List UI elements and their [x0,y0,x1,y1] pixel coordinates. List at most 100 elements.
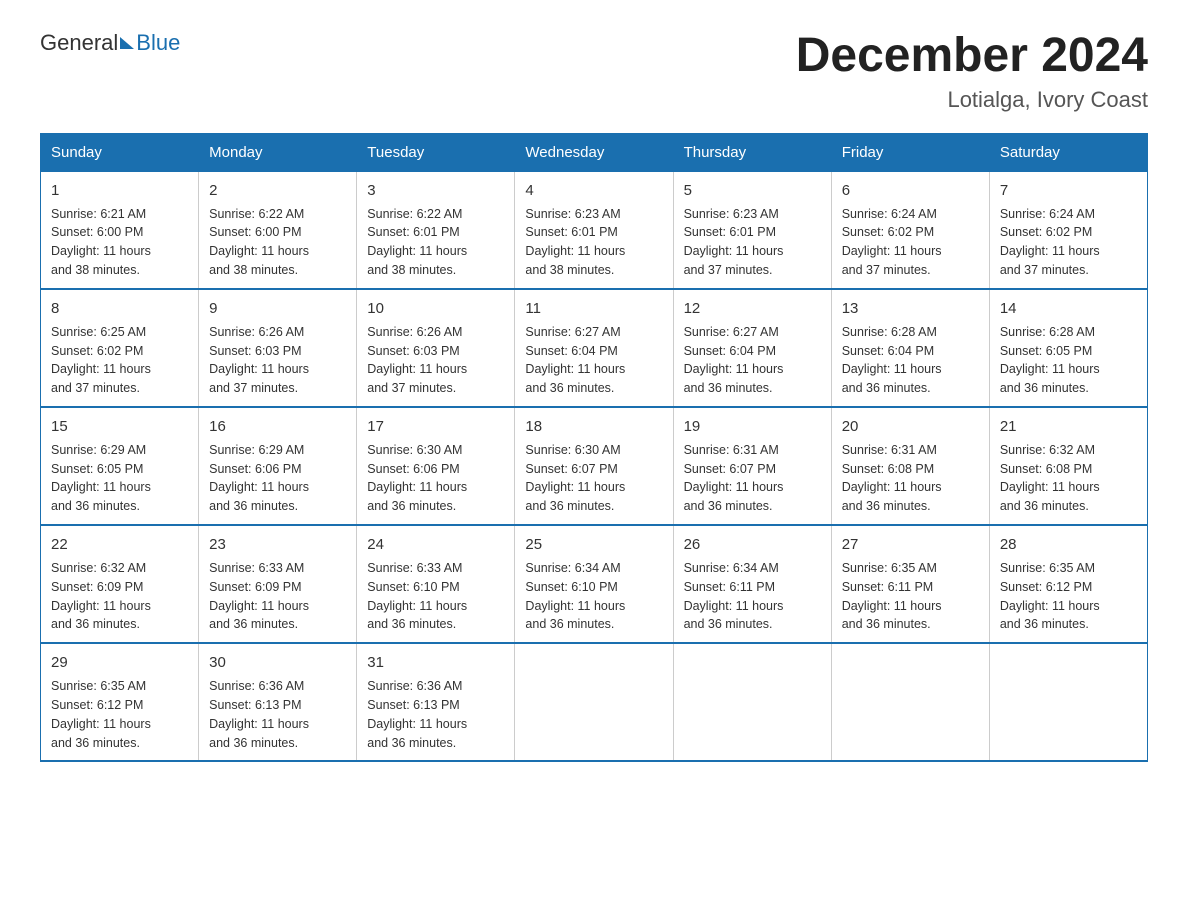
logo-arrow-icon [120,37,134,49]
day-info: Sunrise: 6:32 AMSunset: 6:08 PMDaylight:… [1000,443,1100,514]
calendar-cell [989,643,1147,761]
day-info: Sunrise: 6:22 AMSunset: 6:00 PMDaylight:… [209,207,309,278]
day-info: Sunrise: 6:30 AMSunset: 6:07 PMDaylight:… [525,443,625,514]
day-number: 9 [209,298,346,320]
calendar-week-row: 8 Sunrise: 6:25 AMSunset: 6:02 PMDaylight… [41,289,1148,407]
logo: General Blue [40,30,180,56]
logo-blue-text: Blue [136,30,180,56]
day-info: Sunrise: 6:31 AMSunset: 6:08 PMDaylight:… [842,443,942,514]
weekday-header-row: SundayMondayTuesdayWednesdayThursdayFrid… [41,133,1148,171]
calendar-cell: 8 Sunrise: 6:25 AMSunset: 6:02 PMDaylight… [41,289,199,407]
calendar-cell: 14 Sunrise: 6:28 AMSunset: 6:05 PMDayligh… [989,289,1147,407]
calendar-cell: 4 Sunrise: 6:23 AMSunset: 6:01 PMDaylight… [515,171,673,289]
day-number: 21 [1000,416,1137,438]
day-number: 17 [367,416,504,438]
day-number: 26 [684,534,821,556]
calendar-cell: 25 Sunrise: 6:34 AMSunset: 6:10 PMDayligh… [515,525,673,643]
day-info: Sunrise: 6:34 AMSunset: 6:11 PMDaylight:… [684,561,784,632]
day-info: Sunrise: 6:24 AMSunset: 6:02 PMDaylight:… [842,207,942,278]
calendar-cell: 29 Sunrise: 6:35 AMSunset: 6:12 PMDayligh… [41,643,199,761]
day-number: 20 [842,416,979,438]
calendar-cell [831,643,989,761]
day-info: Sunrise: 6:33 AMSunset: 6:09 PMDaylight:… [209,561,309,632]
weekday-header-monday: Monday [199,133,357,171]
calendar-cell: 11 Sunrise: 6:27 AMSunset: 6:04 PMDayligh… [515,289,673,407]
location-subtitle: Lotialga, Ivory Coast [796,87,1148,113]
calendar-cell: 28 Sunrise: 6:35 AMSunset: 6:12 PMDayligh… [989,525,1147,643]
day-info: Sunrise: 6:36 AMSunset: 6:13 PMDaylight:… [209,679,309,750]
calendar-title: December 2024 [796,30,1148,83]
calendar-cell: 9Sunrise: 6:26 AMSunset: 6:03 PMDaylight… [199,289,357,407]
day-number: 6 [842,180,979,202]
calendar-cell: 23Sunrise: 6:33 AMSunset: 6:09 PMDayligh… [199,525,357,643]
day-number: 8 [51,298,188,320]
weekday-header-tuesday: Tuesday [357,133,515,171]
day-number: 15 [51,416,188,438]
logo-general-text: General [40,30,118,56]
day-number: 2 [209,180,346,202]
day-info: Sunrise: 6:33 AMSunset: 6:10 PMDaylight:… [367,561,467,632]
day-info: Sunrise: 6:29 AMSunset: 6:05 PMDaylight:… [51,443,151,514]
day-info: Sunrise: 6:34 AMSunset: 6:10 PMDaylight:… [525,561,625,632]
weekday-header-friday: Friday [831,133,989,171]
calendar-cell: 22 Sunrise: 6:32 AMSunset: 6:09 PMDayligh… [41,525,199,643]
day-number: 14 [1000,298,1137,320]
calendar-cell: 13Sunrise: 6:28 AMSunset: 6:04 PMDayligh… [831,289,989,407]
calendar-cell: 5Sunrise: 6:23 AMSunset: 6:01 PMDaylight… [673,171,831,289]
weekday-header-sunday: Sunday [41,133,199,171]
calendar-cell: 26 Sunrise: 6:34 AMSunset: 6:11 PMDayligh… [673,525,831,643]
day-info: Sunrise: 6:36 AMSunset: 6:13 PMDaylight:… [367,679,467,750]
calendar-cell: 21 Sunrise: 6:32 AMSunset: 6:08 PMDayligh… [989,407,1147,525]
weekday-header-wednesday: Wednesday [515,133,673,171]
day-number: 3 [367,180,504,202]
calendar-week-row: 15 Sunrise: 6:29 AMSunset: 6:05 PMDayligh… [41,407,1148,525]
day-number: 28 [1000,534,1137,556]
calendar-cell: 7Sunrise: 6:24 AMSunset: 6:02 PMDaylight… [989,171,1147,289]
day-number: 30 [209,652,346,674]
day-info: Sunrise: 6:23 AMSunset: 6:01 PMDaylight:… [525,207,625,278]
day-info: Sunrise: 6:30 AMSunset: 6:06 PMDaylight:… [367,443,467,514]
calendar-cell: 30 Sunrise: 6:36 AMSunset: 6:13 PMDayligh… [199,643,357,761]
calendar-cell: 27 Sunrise: 6:35 AMSunset: 6:11 PMDayligh… [831,525,989,643]
day-info: Sunrise: 6:25 AMSunset: 6:02 PMDaylight:… [51,325,151,396]
calendar-cell: 31 Sunrise: 6:36 AMSunset: 6:13 PMDayligh… [357,643,515,761]
day-info: Sunrise: 6:26 AMSunset: 6:03 PMDaylight:… [367,325,467,396]
calendar-cell: 10Sunrise: 6:26 AMSunset: 6:03 PMDayligh… [357,289,515,407]
weekday-header-thursday: Thursday [673,133,831,171]
day-number: 18 [525,416,662,438]
calendar-cell: 1 Sunrise: 6:21 AMSunset: 6:00 PMDaylight… [41,171,199,289]
day-info: Sunrise: 6:28 AMSunset: 6:05 PMDaylight:… [1000,325,1100,396]
day-info: Sunrise: 6:35 AMSunset: 6:12 PMDaylight:… [1000,561,1100,632]
calendar-cell: 20 Sunrise: 6:31 AMSunset: 6:08 PMDayligh… [831,407,989,525]
day-info: Sunrise: 6:35 AMSunset: 6:11 PMDaylight:… [842,561,942,632]
day-number: 22 [51,534,188,556]
day-number: 4 [525,180,662,202]
day-number: 5 [684,180,821,202]
day-number: 29 [51,652,188,674]
day-number: 25 [525,534,662,556]
day-info: Sunrise: 6:31 AMSunset: 6:07 PMDaylight:… [684,443,784,514]
calendar-cell: 3 Sunrise: 6:22 AMSunset: 6:01 PMDaylight… [357,171,515,289]
day-info: Sunrise: 6:21 AMSunset: 6:00 PMDaylight:… [51,207,151,278]
day-info: Sunrise: 6:35 AMSunset: 6:12 PMDaylight:… [51,679,151,750]
day-info: Sunrise: 6:24 AMSunset: 6:02 PMDaylight:… [1000,207,1100,278]
calendar-cell [515,643,673,761]
day-info: Sunrise: 6:22 AMSunset: 6:01 PMDaylight:… [367,207,467,278]
day-number: 1 [51,180,188,202]
day-number: 12 [684,298,821,320]
calendar-cell: 16Sunrise: 6:29 AMSunset: 6:06 PMDayligh… [199,407,357,525]
day-number: 24 [367,534,504,556]
calendar-cell: 17 Sunrise: 6:30 AMSunset: 6:06 PMDayligh… [357,407,515,525]
calendar-cell: 6 Sunrise: 6:24 AMSunset: 6:02 PMDaylight… [831,171,989,289]
day-number: 31 [367,652,504,674]
day-number: 11 [525,298,662,320]
calendar-week-row: 1 Sunrise: 6:21 AMSunset: 6:00 PMDaylight… [41,171,1148,289]
calendar-cell: 2 Sunrise: 6:22 AMSunset: 6:00 PMDaylight… [199,171,357,289]
day-number: 13 [842,298,979,320]
day-info: Sunrise: 6:32 AMSunset: 6:09 PMDaylight:… [51,561,151,632]
day-info: Sunrise: 6:27 AMSunset: 6:04 PMDaylight:… [525,325,625,396]
title-area: December 2024 Lotialga, Ivory Coast [796,30,1148,113]
calendar-cell: 12Sunrise: 6:27 AMSunset: 6:04 PMDayligh… [673,289,831,407]
day-number: 27 [842,534,979,556]
calendar-week-row: 22 Sunrise: 6:32 AMSunset: 6:09 PMDayligh… [41,525,1148,643]
